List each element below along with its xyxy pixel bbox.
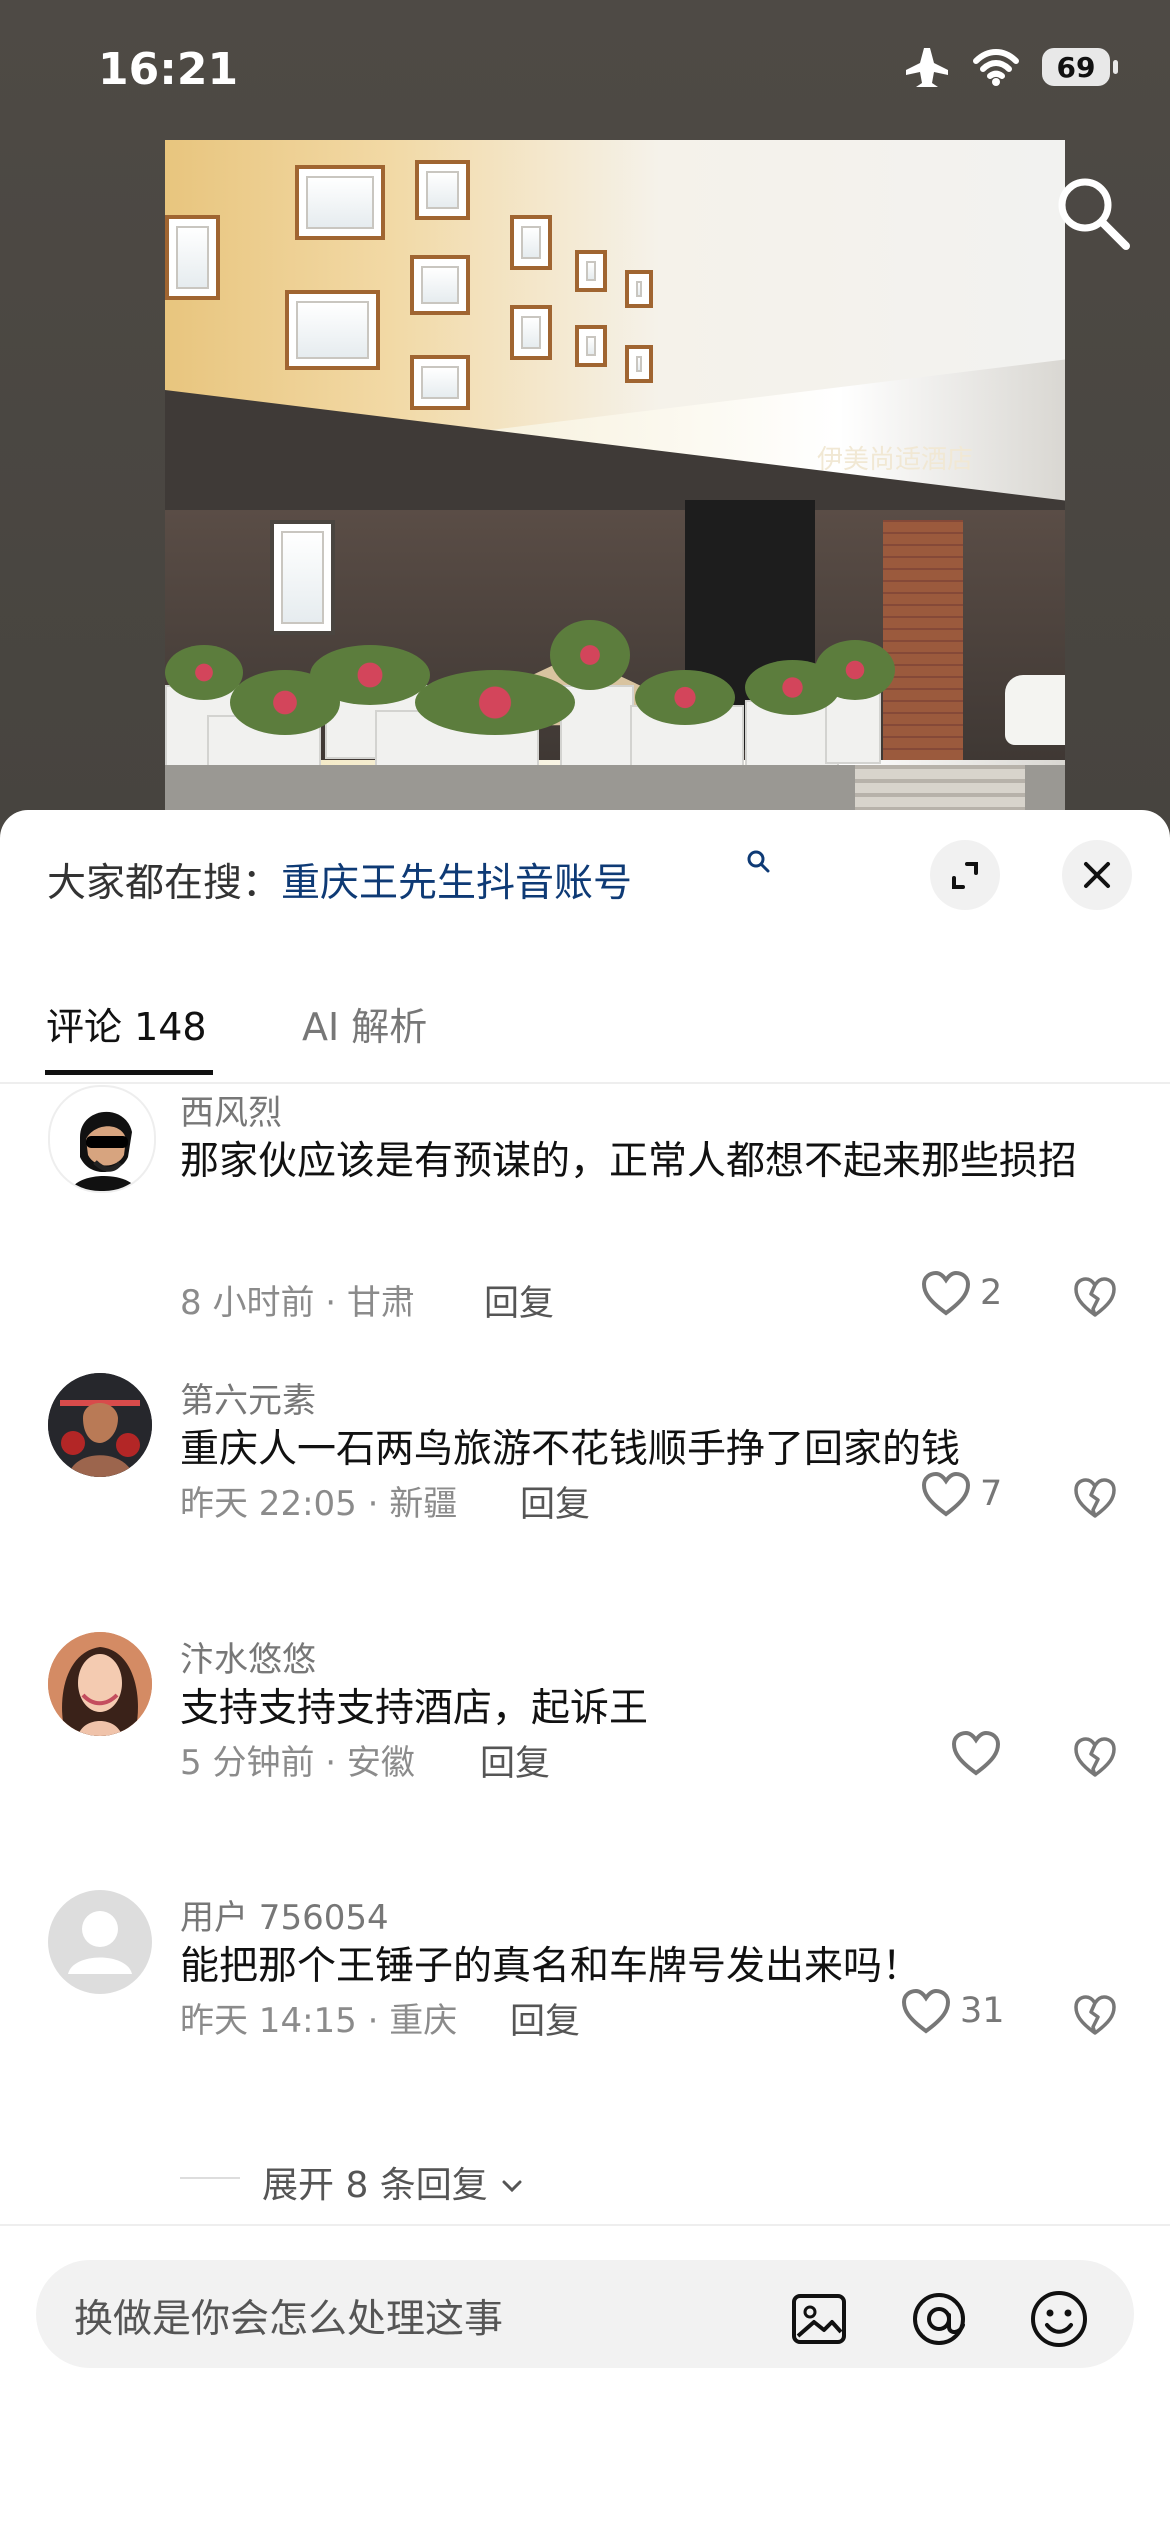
status-time: 16:21 [98, 44, 239, 95]
heart-icon [901, 1988, 951, 2034]
chevron-down-icon [502, 2180, 522, 2193]
trending-search-prefix: 大家都在搜： [47, 861, 282, 906]
heart-icon [951, 1730, 1001, 1776]
comment-item: 汴水悠悠 支持支持支持酒店，起诉王 5 分钟前 · 安徽 回复 [0, 1632, 1170, 1784]
parked-car [1005, 675, 1065, 745]
status-icons: 69 [904, 46, 1118, 88]
broken-heart-icon[interactable] [1073, 1476, 1117, 1520]
status-bar: 16:21 69 [0, 0, 1170, 140]
comment-meta: 昨天 22:05 · 新疆 [180, 1484, 458, 1524]
woman-avatar[interactable] [48, 1632, 152, 1736]
airplane-icon [906, 48, 948, 87]
trending-search-link[interactable]: 重庆王先生抖音账号 [281, 861, 632, 906]
expand-icon [952, 862, 978, 889]
broken-heart-icon[interactable] [1073, 1735, 1117, 1779]
tab-ai-analysis[interactable]: AI 解析 [302, 996, 427, 1051]
battery-icon: 69 [1042, 48, 1118, 86]
fighter-avatar[interactable] [48, 1373, 152, 1477]
man-sunglasses-avatar[interactable] [48, 1085, 156, 1193]
expand-button[interactable] [930, 840, 1000, 910]
like-count: 7 [980, 1474, 1003, 1514]
like-button[interactable]: 31 [900, 1988, 1005, 2034]
comment-item: 第六元素 重庆人一石两鸟旅游不花钱顺手挣了回家的钱 昨天 22:05 · 新疆 … [0, 1373, 1170, 1525]
broken-heart-icon[interactable] [1073, 1275, 1117, 1319]
comment-input-bar: 换做是你会怎么处理这事 [0, 2224, 1170, 2532]
emoji-icon[interactable] [1026, 2286, 1092, 2352]
wifi-icon [973, 49, 1019, 86]
like-button[interactable]: 2 [920, 1270, 1002, 1316]
divider-line [180, 2177, 240, 2179]
trending-search-row[interactable]: 大家都在搜：重庆王先生抖音账号 [47, 850, 777, 908]
like-button[interactable]: 7 [920, 1471, 1002, 1517]
close-icon [1084, 862, 1110, 888]
hotel-sign: 伊美尚适酒店 [816, 444, 973, 475]
like-count: 31 [960, 1991, 1005, 2031]
comment-placeholder: 换做是你会怎么处理这事 [74, 2297, 504, 2342]
reply-button[interactable]: 回复 [510, 1993, 580, 2044]
comment-meta: 8 小时前 · 甘肃 [180, 1283, 415, 1323]
reply-button[interactable]: 回复 [484, 1275, 554, 1326]
tab-comments[interactable]: 评论 148 [46, 996, 207, 1051]
comment-tabs: 评论 148 AI 解析 [0, 982, 1170, 1084]
comment-meta: 昨天 14:15 · 重庆 [180, 2001, 458, 2041]
like-count: 2 [980, 1273, 1003, 1313]
search-icon[interactable] [1050, 170, 1134, 254]
reply-button[interactable]: 回复 [520, 1476, 590, 1527]
image-icon[interactable] [786, 2286, 852, 2352]
hotel-photo: 伊美尚适酒店 [165, 140, 1065, 810]
at-icon[interactable] [906, 2286, 972, 2352]
comment-item: 用户 756054 能把那个王锤子的真名和车牌号发出来吗！ 昨天 14:15 ·… [0, 1890, 1170, 2070]
comment-item: 西风烈 那家伙应该是有预谋的，正常人都想不起来那些损招 8 小时前 · 甘肃 回… [0, 1085, 1170, 1324]
heart-icon [921, 1471, 971, 1517]
close-button[interactable] [1062, 840, 1132, 910]
expand-replies-button[interactable]: 展开 8 条回复 [262, 2156, 525, 2208]
small-search-icon [747, 850, 770, 873]
broken-heart-icon[interactable] [1073, 1993, 1117, 2037]
comment-text: 那家伙应该是有预谋的，正常人都想不起来那些损招 [180, 1139, 1078, 1184]
active-tab-indicator [45, 1070, 213, 1075]
reply-button[interactable]: 回复 [480, 1735, 550, 1786]
comment-meta: 5 分钟前 · 安徽 [180, 1743, 415, 1783]
default-user-avatar[interactable] [48, 1890, 152, 1994]
like-button[interactable] [950, 1730, 1010, 1776]
comments-sheet: 大家都在搜：重庆王先生抖音账号 评论 148 AI 解析 西风烈 那家伙应该是有… [0, 810, 1170, 2532]
heart-icon [921, 1270, 971, 1316]
expand-replies-label: 展开 8 条回复 [262, 2165, 488, 2206]
